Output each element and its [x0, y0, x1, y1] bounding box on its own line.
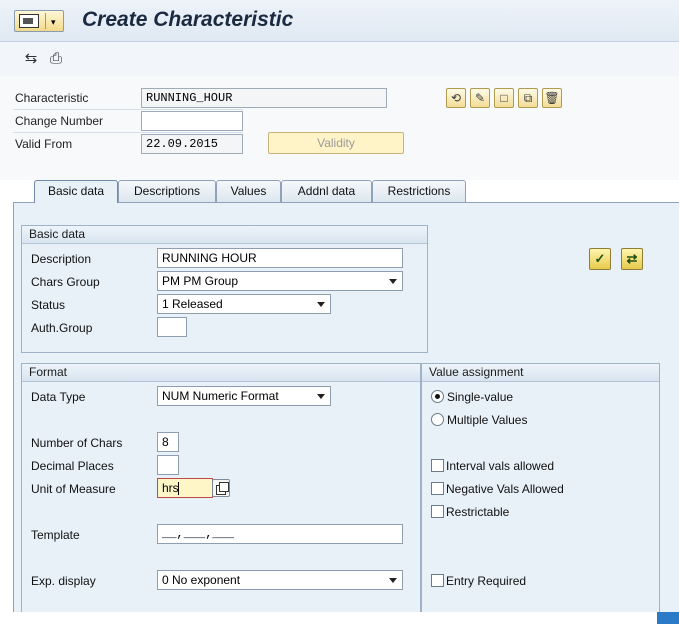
decimal-places-field[interactable]: [157, 455, 179, 475]
interval-vals-checkbox[interactable]: [431, 459, 444, 472]
exp-display-label: Exp. display: [31, 574, 96, 588]
unit-of-measure-field[interactable]: hrs: [157, 478, 213, 498]
template-label: Template: [31, 528, 80, 542]
refresh-icon[interactable]: ⇄: [621, 248, 643, 270]
characteristic-label: Characteristic: [15, 91, 89, 105]
chevron-down-icon: [389, 578, 397, 583]
description-field[interactable]: RUNNING HOUR: [157, 248, 403, 268]
chevron-down-icon: [389, 279, 397, 284]
tab-basic-data[interactable]: Basic data: [34, 180, 118, 203]
single-value-radio[interactable]: [431, 390, 444, 403]
copy-icon[interactable]: ⧉: [518, 88, 538, 108]
single-value-label: Single-value: [447, 390, 514, 404]
create-icon[interactable]: □: [494, 88, 514, 108]
exp-display-value: 0 No exponent: [162, 573, 241, 587]
valid-from-field[interactable]: 22.09.2015: [141, 134, 243, 154]
restrictable-label: Restrictable: [446, 505, 510, 519]
group-title: Format: [22, 364, 420, 382]
entry-required-label: Entry Required: [446, 574, 527, 588]
exp-display-dropdown[interactable]: 0 No exponent: [157, 570, 403, 590]
application-toolbar: ⇆ ⎙: [0, 42, 679, 76]
status-label: Status: [31, 298, 66, 312]
system-menu-button[interactable]: ▾: [14, 10, 64, 32]
data-type-value: NUM Numeric Format: [162, 389, 279, 403]
edit-icon[interactable]: ✎: [470, 88, 490, 108]
group-title: Basic data: [22, 226, 427, 244]
validity-button[interactable]: Validity: [268, 132, 404, 154]
chars-group-label: Chars Group: [31, 275, 100, 289]
status-dropdown[interactable]: 1 Released: [157, 294, 331, 314]
auth-group-label: Auth.Group: [31, 321, 93, 335]
change-number-label: Change Number: [15, 114, 104, 128]
menu-icon: [19, 14, 39, 28]
title-bar: ▾ Create Characteristic: [0, 0, 679, 42]
data-type-label: Data Type: [31, 390, 86, 404]
multiple-values-label: Multiple Values: [447, 413, 528, 427]
chevron-down-icon: [317, 394, 325, 399]
text-cursor: [178, 482, 179, 495]
tab-values[interactable]: Values: [216, 180, 281, 202]
number-of-chars-field[interactable]: 8: [157, 432, 179, 452]
number-of-chars-label: Number of Chars: [31, 436, 123, 450]
data-type-dropdown[interactable]: NUM Numeric Format: [157, 386, 331, 406]
delete-icon[interactable]: 🗑: [542, 88, 562, 108]
menu-separator: [45, 13, 46, 29]
multiple-values-radio[interactable]: [431, 413, 444, 426]
chars-group-dropdown[interactable]: PM PM Group: [157, 271, 403, 291]
check-icon[interactable]: ✓: [589, 248, 611, 270]
divider: [13, 109, 243, 110]
description-label: Description: [31, 252, 92, 266]
chevron-down-icon: [317, 302, 325, 307]
status-value: 1 Released: [162, 297, 223, 311]
entry-required-checkbox[interactable]: [431, 574, 444, 587]
change-number-field[interactable]: [141, 111, 243, 131]
auth-group-field[interactable]: [157, 317, 187, 337]
divider: [13, 132, 243, 133]
negative-vals-checkbox[interactable]: [431, 482, 444, 495]
restrictable-checkbox[interactable]: [431, 505, 444, 518]
print-icon[interactable]: ⎙: [47, 50, 65, 68]
tab-strip: Basic data Descriptions Values Addnl dat…: [0, 180, 679, 203]
decimal-places-label: Decimal Places: [31, 459, 114, 473]
chars-group-value: PM PM Group: [162, 274, 239, 288]
interval-vals-label: Interval vals allowed: [446, 459, 555, 473]
valid-from-label: Valid From: [15, 137, 73, 151]
unit-of-measure-value: hrs: [162, 481, 179, 495]
tab-restrictions[interactable]: Restrictions: [372, 180, 466, 202]
characteristic-field[interactable]: RUNNING_HOUR: [141, 88, 387, 108]
other-icon[interactable]: ⟲: [446, 88, 466, 108]
template-field[interactable]: __,___,___: [157, 524, 403, 544]
sap-logo: [657, 612, 679, 624]
chevron-down-icon: ▾: [51, 17, 56, 27]
page-title: Create Characteristic: [82, 8, 294, 31]
group-title: Value assignment: [422, 364, 659, 382]
unit-of-measure-label: Unit of Measure: [31, 482, 116, 496]
value-help-icon[interactable]: [212, 479, 230, 497]
negative-vals-label: Negative Vals Allowed: [446, 482, 564, 496]
tab-descriptions[interactable]: Descriptions: [118, 180, 216, 202]
tab-addnl-data[interactable]: Addnl data: [281, 180, 372, 202]
display-change-icon[interactable]: ⇆: [22, 50, 40, 68]
